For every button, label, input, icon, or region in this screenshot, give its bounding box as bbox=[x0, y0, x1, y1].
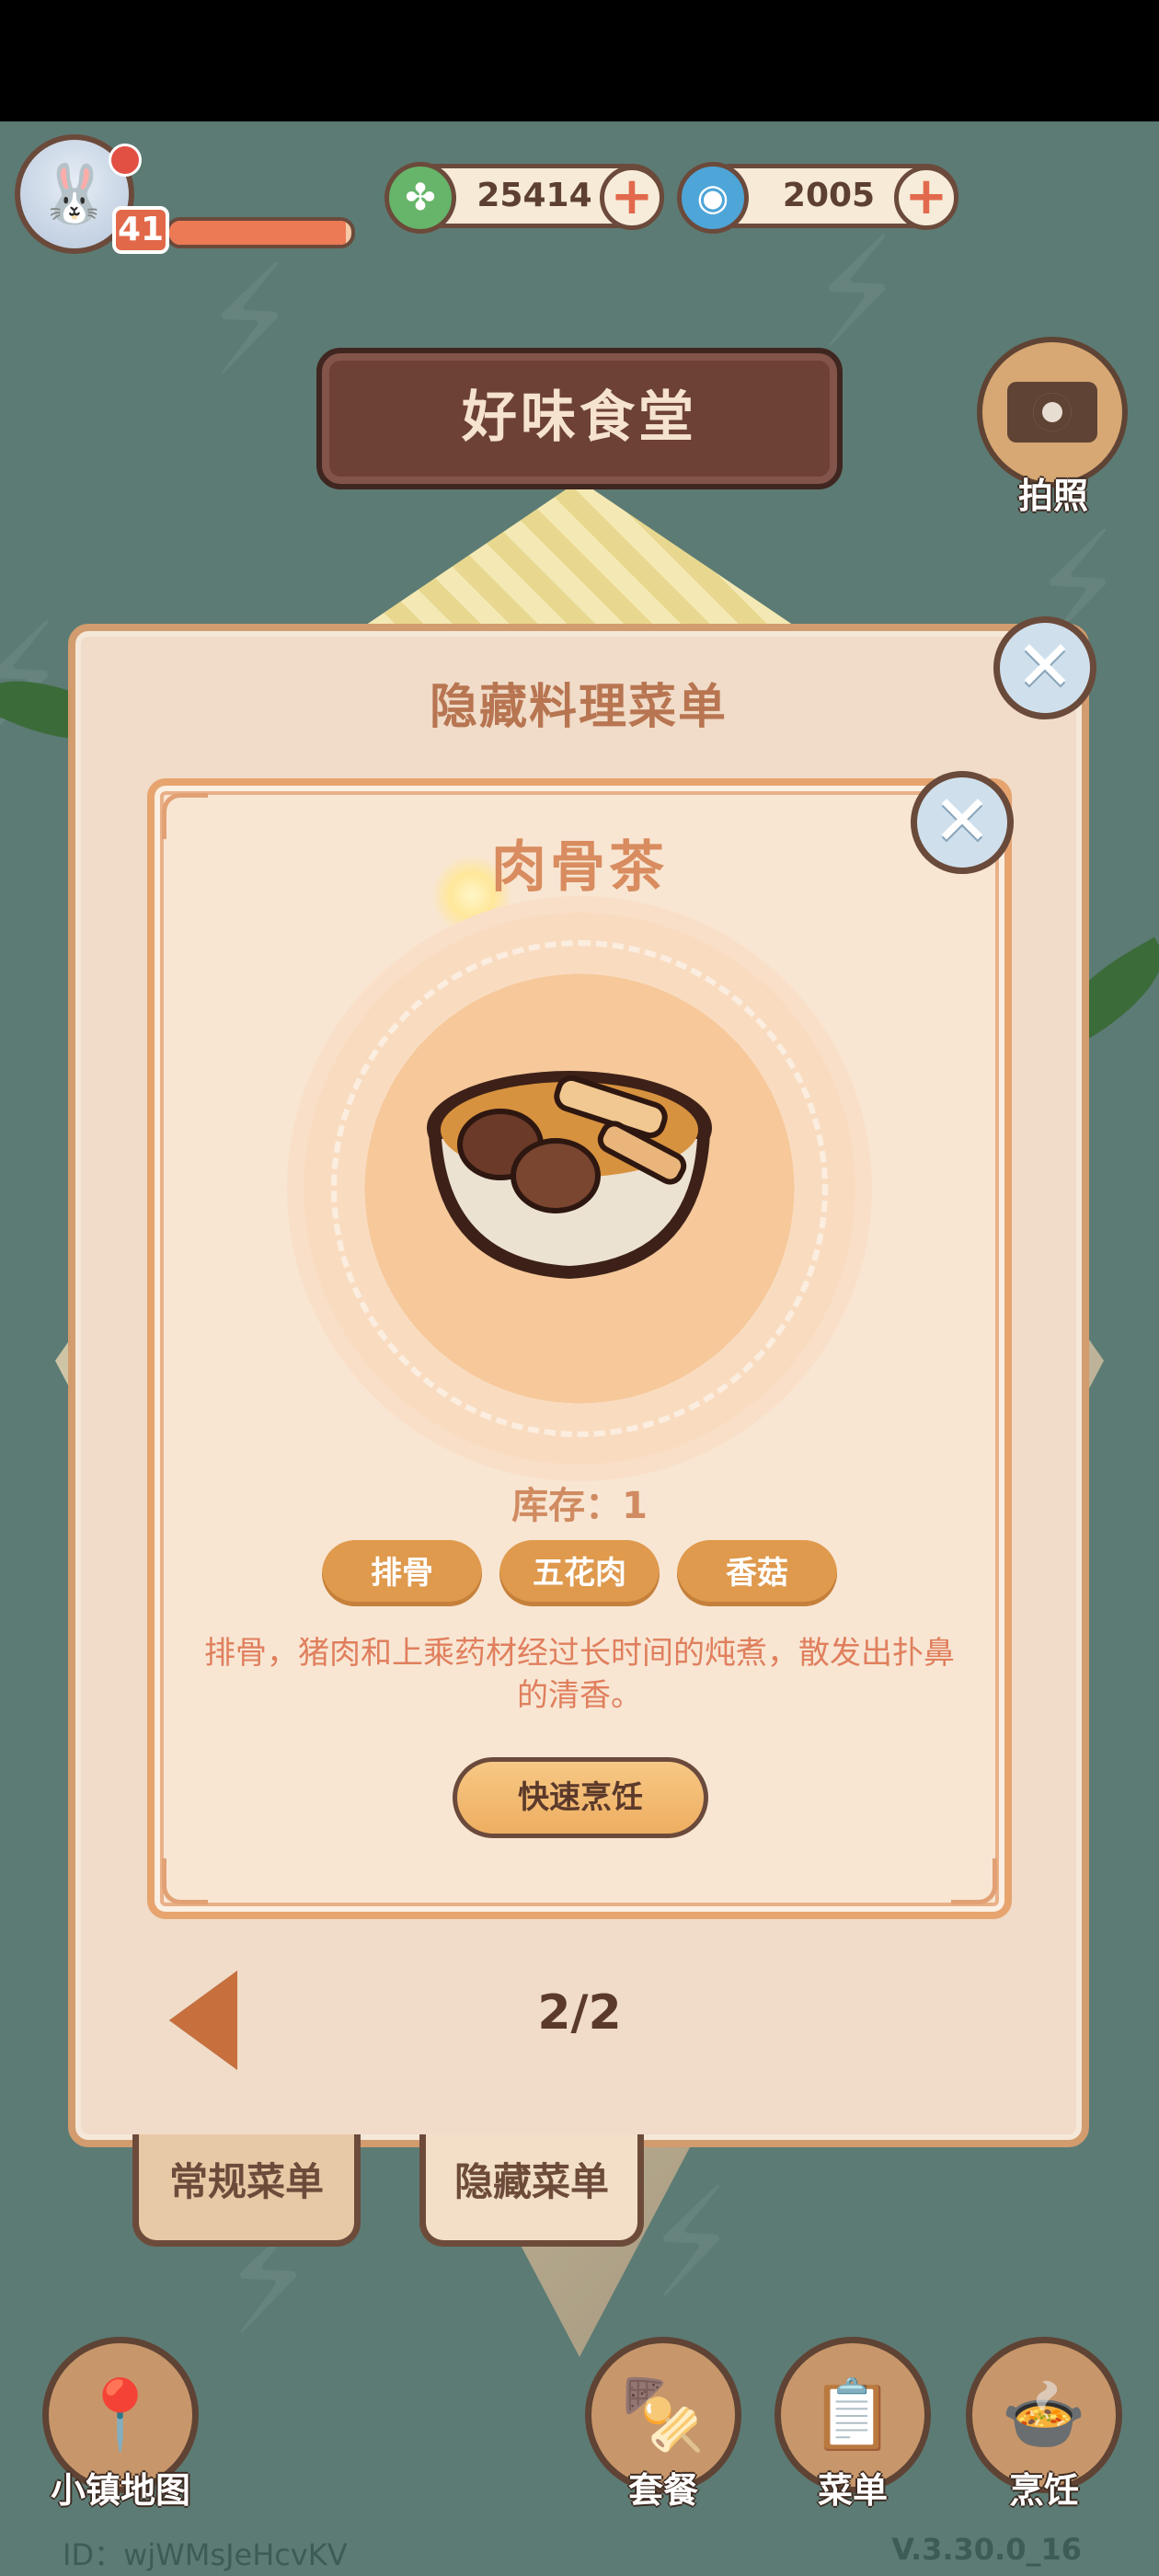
corner-ornament bbox=[162, 1858, 208, 1904]
pot-icon: 🍲 bbox=[1001, 2375, 1087, 2455]
tab-hidden-menu[interactable]: 隐藏菜单 bbox=[419, 2134, 644, 2247]
spiral-icon: ◉ bbox=[677, 162, 749, 234]
clipboard-icon: 📋 bbox=[809, 2375, 896, 2455]
version-label: V.3.30.0_16 bbox=[891, 2532, 1082, 2567]
dish-name: 肉骨茶 bbox=[491, 835, 668, 900]
dish-image bbox=[427, 1071, 712, 1279]
ingredient-tag: 排骨 bbox=[322, 1540, 482, 1606]
add-spiral-button[interactable]: + bbox=[894, 166, 958, 230]
cook-label: 烹饪 bbox=[1008, 2470, 1079, 2511]
ingredient-tag: 五花肉 bbox=[499, 1540, 660, 1606]
map-pin-icon: 📍 bbox=[77, 2375, 164, 2455]
quick-cook-button[interactable]: 快速烹饪 bbox=[453, 1757, 708, 1838]
restaurant-name: 好味食堂 bbox=[462, 385, 697, 450]
close-panel-button[interactable]: ✕ bbox=[993, 616, 1096, 719]
ingredient-tag: 香菇 bbox=[677, 1540, 837, 1606]
tab-regular-menu[interactable]: 常规菜单 bbox=[132, 2134, 361, 2247]
camera-icon bbox=[1007, 382, 1097, 443]
clover-icon: ✤ bbox=[384, 162, 456, 234]
skewer-icon: 🍢 bbox=[620, 2375, 706, 2455]
player-id: ID：wjWMsJeHcvKV bbox=[63, 2537, 348, 2572]
xp-fill bbox=[169, 221, 347, 245]
previous-page-arrow-icon[interactable] bbox=[169, 1971, 237, 2070]
town-map-label: 小镇地图 bbox=[50, 2470, 190, 2511]
camera-button[interactable] bbox=[977, 337, 1128, 488]
page-indicator: 2/2 bbox=[537, 1985, 622, 2041]
add-clover-button[interactable]: + bbox=[600, 166, 664, 230]
restaurant-name-plaque: 好味食堂 bbox=[316, 348, 843, 489]
xp-bar bbox=[166, 217, 355, 248]
notification-dot bbox=[109, 144, 142, 177]
dish-description: 排骨，猪肉和上乘药材经过长时间的炖煮，散发出扑鼻的清香。 bbox=[204, 1635, 955, 1714]
bolt-decoration: ⚡ bbox=[189, 234, 313, 408]
level-badge: 41 bbox=[112, 206, 169, 254]
stock-count: 库存：1 bbox=[511, 1485, 648, 1527]
set-meal-label: 套餐 bbox=[627, 2470, 698, 2511]
camera-label: 拍照 bbox=[1017, 476, 1088, 516]
menu-label: 菜单 bbox=[817, 2470, 888, 2511]
panel-title: 隐藏料理菜单 bbox=[429, 680, 728, 735]
corner-ornament bbox=[951, 1858, 997, 1904]
close-card-button[interactable]: ✕ bbox=[911, 771, 1014, 874]
